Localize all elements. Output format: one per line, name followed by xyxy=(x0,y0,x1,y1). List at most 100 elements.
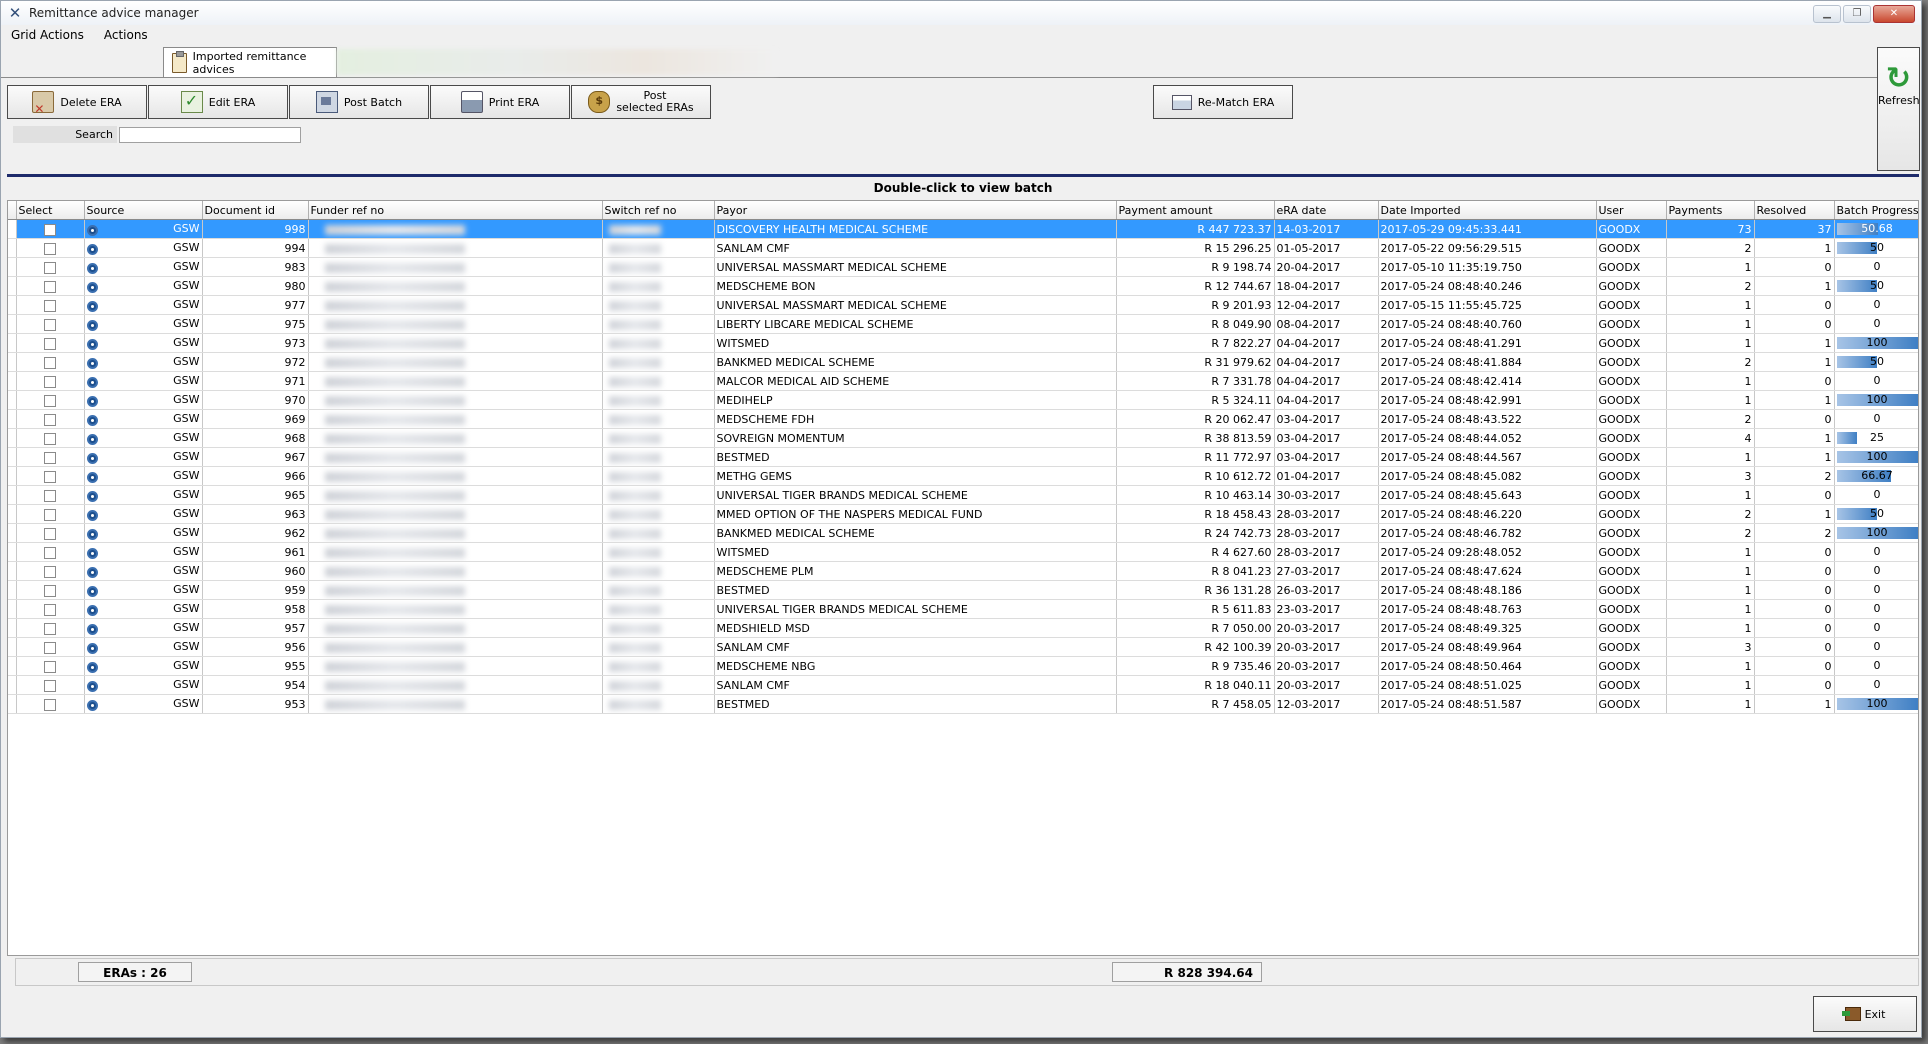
select-cell[interactable] xyxy=(16,295,85,315)
select-checkbox[interactable] xyxy=(44,394,56,407)
select-cell[interactable] xyxy=(16,542,85,562)
table-row[interactable]: GSW 977 UNIVERSAL MASSMART MEDICAL SCHEME R… xyxy=(8,295,1918,315)
table-row[interactable]: ▸ GSW 998 DISCOVERY HEALTH MEDICAL SCHEME R … xyxy=(8,219,1918,239)
row-indicator[interactable] xyxy=(8,238,17,258)
row-indicator[interactable]: ▸ xyxy=(8,219,17,239)
edit-era-button[interactable]: Edit ERA xyxy=(148,85,288,119)
col-source[interactable]: Source xyxy=(84,201,203,220)
col-date-imported[interactable]: Date Imported xyxy=(1378,201,1597,220)
table-row[interactable]: GSW 973 WITSMED R 7 822.27 04-04-2017 2017-05… xyxy=(8,333,1918,353)
post-selected-eras-button[interactable]: Post selected ERAs xyxy=(571,85,711,119)
select-cell[interactable] xyxy=(16,314,85,334)
select-cell[interactable] xyxy=(16,675,85,695)
table-row[interactable]: GSW 965 UNIVERSAL TIGER BRANDS MEDICAL SCH… xyxy=(8,485,1918,505)
select-cell[interactable] xyxy=(16,390,85,410)
row-indicator[interactable] xyxy=(8,295,17,315)
search-input[interactable] xyxy=(119,126,301,143)
select-checkbox[interactable] xyxy=(44,489,56,502)
row-indicator[interactable] xyxy=(8,542,17,562)
close-button[interactable]: ✕ xyxy=(1873,5,1915,23)
select-checkbox[interactable] xyxy=(44,451,56,464)
select-checkbox[interactable] xyxy=(44,299,56,312)
select-cell[interactable] xyxy=(16,333,85,353)
select-checkbox[interactable] xyxy=(44,698,56,711)
select-checkbox[interactable] xyxy=(44,679,56,692)
select-checkbox[interactable] xyxy=(44,318,56,331)
row-indicator[interactable] xyxy=(8,561,17,581)
select-checkbox[interactable] xyxy=(44,641,56,654)
col-user[interactable]: User xyxy=(1596,201,1667,220)
col-batch-progress[interactable]: Batch Progress (%) xyxy=(1834,201,1918,220)
row-indicator[interactable] xyxy=(8,314,17,334)
select-checkbox[interactable] xyxy=(44,356,56,369)
row-indicator[interactable] xyxy=(8,466,17,486)
select-cell[interactable] xyxy=(16,352,85,372)
table-row[interactable]: GSW 962 BANKMED MEDICAL SCHEME R 24 742.73 2… xyxy=(8,523,1918,543)
select-cell[interactable] xyxy=(16,618,85,638)
table-row[interactable]: GSW 994 SANLAM CMF R 15 296.25 01-05-2017 201… xyxy=(8,238,1918,258)
table-row[interactable]: GSW 980 MEDSCHEME BON R 12 744.67 18-04-2017… xyxy=(8,276,1918,296)
select-cell[interactable] xyxy=(16,447,85,467)
select-cell[interactable] xyxy=(16,219,85,239)
table-row[interactable]: GSW 959 BESTMED R 36 131.28 26-03-2017 2017-0… xyxy=(8,580,1918,600)
row-indicator[interactable] xyxy=(8,485,17,505)
table-row[interactable]: GSW 970 MEDIHELP R 5 324.11 04-04-2017 2017-0… xyxy=(8,390,1918,410)
table-row[interactable]: GSW 961 WITSMED R 4 627.60 28-03-2017 2017-05… xyxy=(8,542,1918,562)
minimize-button[interactable]: ▁ xyxy=(1813,5,1841,23)
table-row[interactable]: GSW 972 BANKMED MEDICAL SCHEME R 31 979.62 0… xyxy=(8,352,1918,372)
select-checkbox[interactable] xyxy=(44,622,56,635)
exit-button[interactable]: Exit xyxy=(1813,996,1917,1032)
select-cell[interactable] xyxy=(16,637,85,657)
col-funder-ref-no[interactable]: Funder ref no xyxy=(308,201,603,220)
col-payment-amount[interactable]: Payment amount xyxy=(1116,201,1275,220)
select-checkbox[interactable] xyxy=(44,413,56,426)
select-checkbox[interactable] xyxy=(44,375,56,388)
select-cell[interactable] xyxy=(16,276,85,296)
row-indicator[interactable] xyxy=(8,694,17,714)
col-select[interactable]: Select xyxy=(16,201,85,220)
table-row[interactable]: GSW 957 MEDSHIELD MSD R 7 050.00 20-03-2017 2… xyxy=(8,618,1918,638)
col-resolved[interactable]: Resolved xyxy=(1754,201,1835,220)
restore-button[interactable]: ❐ xyxy=(1843,5,1871,23)
table-row[interactable]: GSW 956 SANLAM CMF R 42 100.39 20-03-2017 201… xyxy=(8,637,1918,657)
row-indicator[interactable] xyxy=(8,675,17,695)
select-cell[interactable] xyxy=(16,485,85,505)
select-cell[interactable] xyxy=(16,504,85,524)
menu-actions[interactable]: Actions xyxy=(94,28,158,42)
row-indicator[interactable] xyxy=(8,637,17,657)
row-indicator[interactable] xyxy=(8,428,17,448)
select-cell[interactable] xyxy=(16,656,85,676)
select-cell[interactable] xyxy=(16,409,85,429)
col-era-date[interactable]: eRA date xyxy=(1274,201,1379,220)
table-row[interactable]: GSW 969 MEDSCHEME FDH R 20 062.47 03-04-2017… xyxy=(8,409,1918,429)
refresh-button[interactable]: ↻ Refresh xyxy=(1877,47,1920,171)
select-checkbox[interactable] xyxy=(44,261,56,274)
row-indicator[interactable] xyxy=(8,409,17,429)
select-checkbox[interactable] xyxy=(44,432,56,445)
select-checkbox[interactable] xyxy=(44,508,56,521)
row-indicator[interactable] xyxy=(8,580,17,600)
select-checkbox[interactable] xyxy=(44,546,56,559)
select-cell[interactable] xyxy=(16,523,85,543)
select-checkbox[interactable] xyxy=(44,470,56,483)
tab-imported-remittance-advices[interactable]: Imported remittance advices xyxy=(163,47,337,77)
row-indicator[interactable] xyxy=(8,371,17,391)
col-payments[interactable]: Payments xyxy=(1666,201,1755,220)
select-checkbox[interactable] xyxy=(44,584,56,597)
col-document-id[interactable]: Document id xyxy=(202,201,309,220)
row-indicator[interactable] xyxy=(8,352,17,372)
row-indicator[interactable] xyxy=(8,333,17,353)
row-indicator[interactable] xyxy=(8,618,17,638)
row-indicator[interactable] xyxy=(8,390,17,410)
row-indicator[interactable] xyxy=(8,276,17,296)
rematch-era-button[interactable]: Re-Match ERA xyxy=(1153,85,1293,119)
select-cell[interactable] xyxy=(16,428,85,448)
select-checkbox[interactable] xyxy=(44,660,56,673)
table-row[interactable]: GSW 968 SOVREIGN MOMENTUM R 38 813.59 03-04-… xyxy=(8,428,1918,448)
table-row[interactable]: GSW 955 MEDSCHEME NBG R 9 735.46 20-03-2017 2… xyxy=(8,656,1918,676)
print-era-button[interactable]: Print ERA xyxy=(430,85,570,119)
table-row[interactable]: GSW 966 METHG GEMS R 10 612.72 01-04-2017 201… xyxy=(8,466,1918,486)
select-checkbox[interactable] xyxy=(44,527,56,540)
select-cell[interactable] xyxy=(16,599,85,619)
table-row[interactable]: GSW 953 BESTMED R 7 458.05 12-03-2017 2017-05… xyxy=(8,694,1918,714)
